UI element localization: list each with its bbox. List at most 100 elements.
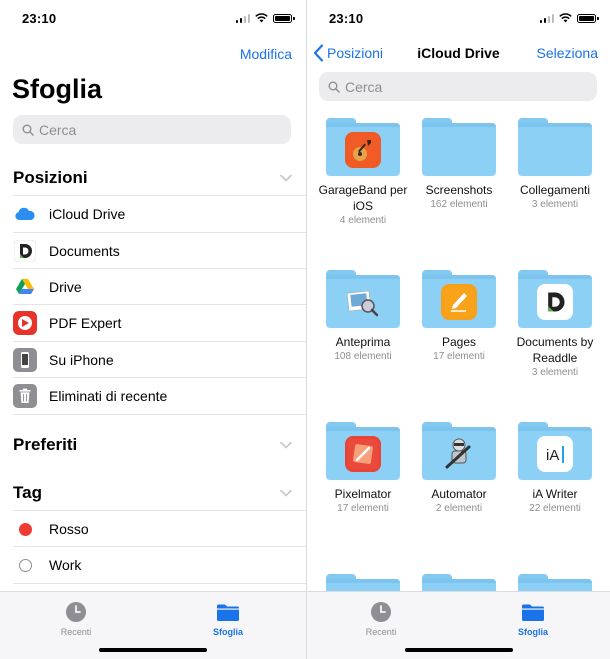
status-bar: 23:10 <box>0 0 306 40</box>
red-tag-dot-icon <box>13 517 37 541</box>
browse-pane: 23:10 Modifica Sfoglia Cerca Posizioni i… <box>0 0 306 659</box>
tab-label: Recenti <box>365 627 397 637</box>
folder-garageband[interactable]: GarageBand per iOS 4 elementi <box>315 118 411 227</box>
tag-item-work[interactable]: Work <box>0 547 306 583</box>
home-indicator[interactable] <box>404 648 513 652</box>
wifi-icon <box>559 13 572 23</box>
icloud-drive-pane: 23:10 Posizioni iCloud Drive Seleziona C… <box>307 0 610 659</box>
section-title-favorites[interactable]: Preferiti <box>13 435 77 455</box>
automator-icon <box>441 436 477 472</box>
search-icon <box>328 81 340 93</box>
folder-anteprima[interactable]: Anteprima 108 elementi <box>315 270 411 363</box>
folder-count: 2 elementi <box>435 503 483 514</box>
tab-bar: Recenti Sfoglia <box>0 591 306 659</box>
folder-collegamenti[interactable]: Collegamenti 3 elementi <box>507 118 603 211</box>
status-bar: 23:10 <box>307 0 610 40</box>
folder-count: 17 elementi <box>337 503 389 514</box>
folder-automator[interactable]: Automator 2 elementi <box>411 422 507 515</box>
location-label: iCloud Drive <box>49 206 126 222</box>
folder-name: Pixelmator <box>334 487 392 501</box>
clock-icon <box>371 602 391 622</box>
folder-icon <box>522 604 544 621</box>
folder-name: iA Writer <box>532 487 578 501</box>
empty-tag-circle-icon <box>13 553 37 577</box>
chevron-down-icon[interactable] <box>280 174 292 182</box>
clock-icon <box>66 602 86 622</box>
folder-name: GarageBand per iOS <box>318 183 408 213</box>
signal-icon <box>539 13 554 23</box>
svg-text:iA: iA <box>546 447 559 464</box>
folder-count: 3 elementi <box>531 199 579 210</box>
page-title: Sfoglia <box>12 74 103 104</box>
folder-count: 17 elementi <box>433 351 485 362</box>
folder-count: 3 elementi <box>531 367 579 378</box>
garageband-icon <box>345 132 381 168</box>
search-input[interactable]: Cerca <box>319 72 597 101</box>
location-item-recently-deleted[interactable]: Eliminati di recente <box>0 378 306 414</box>
pages-icon <box>441 284 477 320</box>
location-item-pdf-expert[interactable]: PDF Expert <box>0 305 306 341</box>
google-drive-icon <box>13 275 37 299</box>
location-item-documents[interactable]: Documents <box>0 233 306 269</box>
folder-name: Anteprima <box>335 335 391 349</box>
status-time: 23:10 <box>329 11 364 26</box>
section-title-tags[interactable]: Tag <box>13 483 42 503</box>
home-indicator[interactable] <box>99 648 207 652</box>
icloud-icon <box>13 202 37 226</box>
tab-label: Sfoglia <box>517 627 548 637</box>
preview-icon <box>345 284 381 320</box>
select-button[interactable]: Seleziona <box>537 45 599 61</box>
edit-button[interactable]: Modifica <box>240 46 292 62</box>
search-input[interactable]: Cerca <box>13 115 291 144</box>
chevron-down-icon[interactable] <box>280 489 292 497</box>
folder-icon <box>217 604 239 621</box>
tab-browse[interactable]: Sfoglia <box>503 600 563 637</box>
location-label: Documents <box>49 243 120 259</box>
search-placeholder: Cerca <box>39 121 77 138</box>
folder-pixelmator[interactable]: Pixelmator 17 elementi <box>315 422 411 515</box>
tab-label: Sfoglia <box>212 627 243 637</box>
documents-app-icon <box>537 284 573 320</box>
folder-screenshots[interactable]: Screenshots 162 elementi <box>411 118 507 211</box>
tab-recents[interactable]: Recenti <box>46 600 106 637</box>
location-item-drive[interactable]: Drive <box>0 269 306 305</box>
folder-ia-writer[interactable]: iA iA Writer 22 elementi <box>507 422 603 515</box>
tag-item-rosso[interactable]: Rosso <box>0 511 306 547</box>
location-label: Su iPhone <box>49 352 114 368</box>
ia-writer-icon: iA <box>537 436 573 472</box>
iphone-icon <box>13 348 37 372</box>
section-title-locations[interactable]: Posizioni <box>13 168 88 188</box>
signal-icon <box>235 13 250 23</box>
folder-name: Automator <box>431 487 487 501</box>
status-time: 23:10 <box>22 11 57 26</box>
chevron-down-icon[interactable] <box>280 441 292 449</box>
battery-icon <box>273 13 295 23</box>
tab-bar: Recenti Sfoglia <box>307 591 610 659</box>
folder-count: 162 elementi <box>430 199 488 210</box>
folder-name: Collegamenti <box>519 183 591 197</box>
folder-count: 4 elementi <box>339 215 387 226</box>
folder-pages[interactable]: Pages 17 elementi <box>411 270 507 363</box>
tag-label: Work <box>49 557 82 573</box>
tab-label: Recenti <box>60 627 92 637</box>
location-item-on-iphone[interactable]: Su iPhone <box>0 342 306 378</box>
location-item-icloud-drive[interactable]: iCloud Drive <box>0 196 306 232</box>
wifi-icon <box>255 13 268 23</box>
tab-browse[interactable]: Sfoglia <box>198 600 258 637</box>
search-placeholder: Cerca <box>345 78 383 95</box>
tab-recents[interactable]: Recenti <box>351 600 411 637</box>
location-label: PDF Expert <box>49 315 122 331</box>
battery-icon <box>577 13 599 23</box>
trash-icon <box>13 384 37 408</box>
search-icon <box>22 124 34 136</box>
pixelmator-icon <box>345 436 381 472</box>
documents-app-icon <box>13 239 37 263</box>
folder-name: Documents by Readdle <box>516 335 594 365</box>
pdf-expert-icon <box>13 311 37 335</box>
folder-count: 22 elementi <box>529 503 581 514</box>
location-label: Drive <box>49 279 82 295</box>
folder-documents-by-readdle[interactable]: Documents by Readdle 3 elementi <box>507 270 603 379</box>
folder-count: 108 elementi <box>334 351 392 362</box>
folder-name: Screenshots <box>425 183 493 197</box>
location-label: Eliminati di recente <box>49 388 168 404</box>
